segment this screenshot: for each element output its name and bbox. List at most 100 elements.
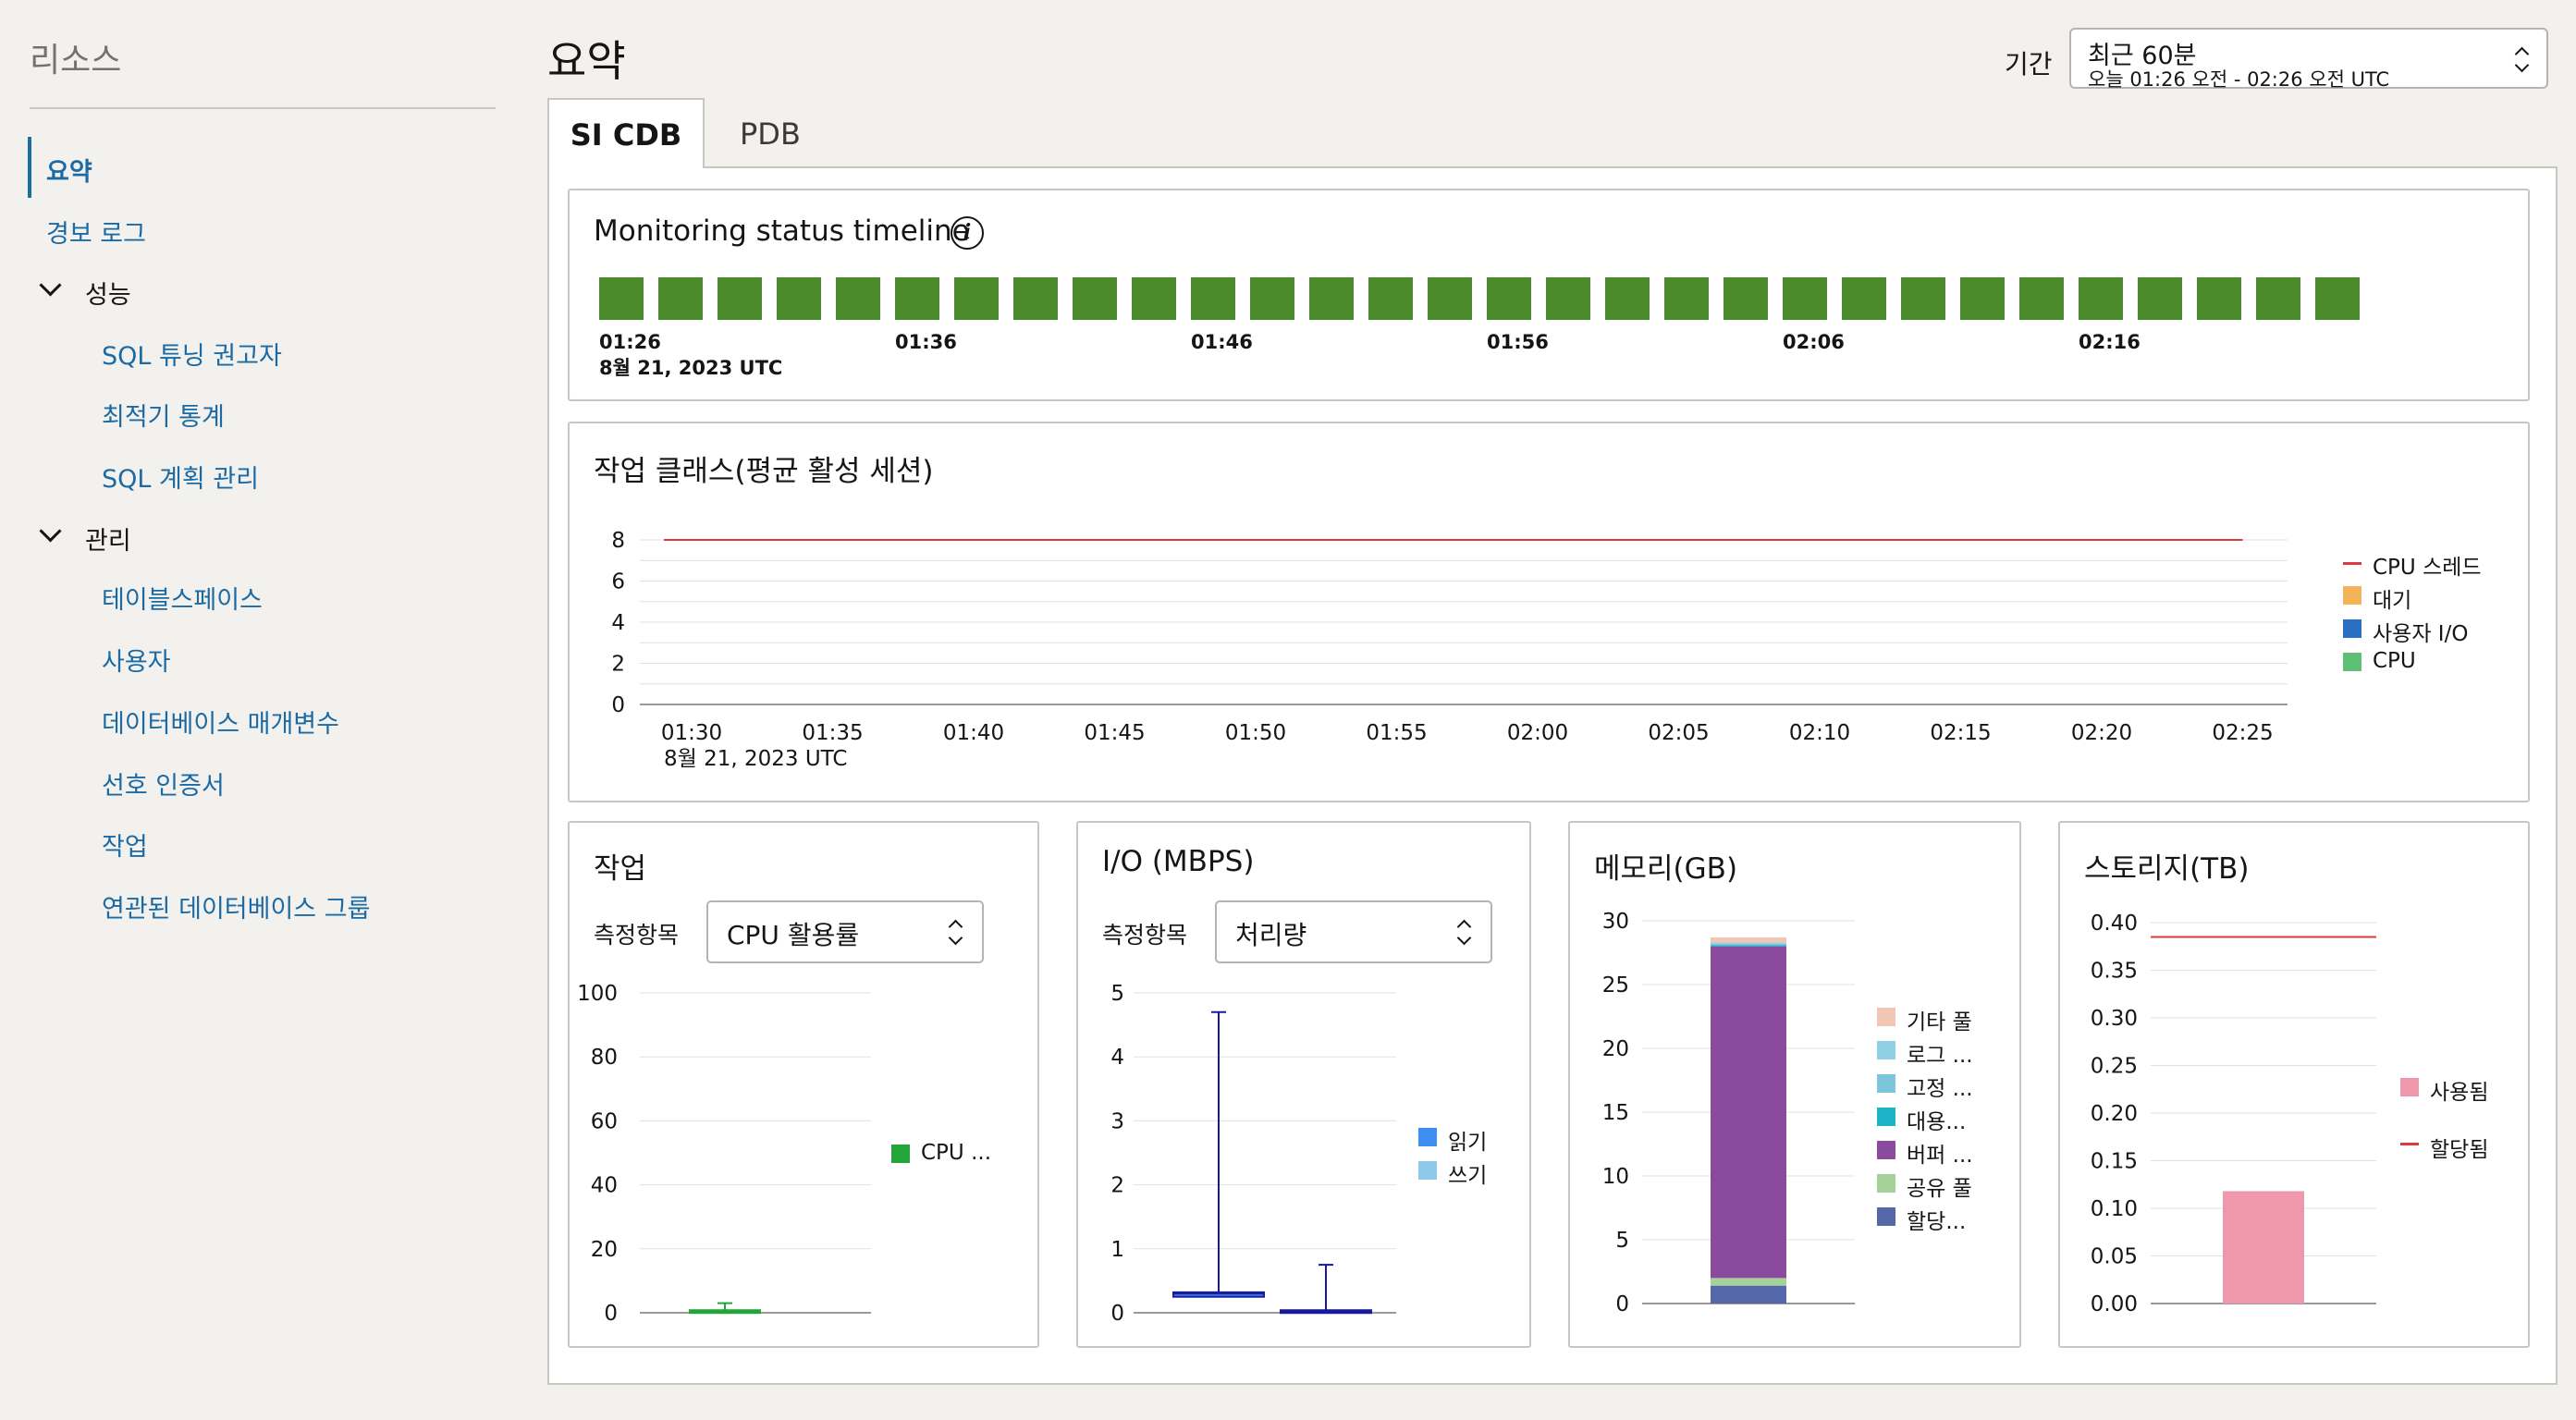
legend-swatch-used [2400, 1078, 2419, 1096]
status-square[interactable] [1723, 277, 1768, 320]
legend-memory-label: 고정 ... [1907, 1077, 1973, 1101]
timeline-date: 8월 21, 2023 UTC [599, 357, 783, 379]
status-square[interactable] [2079, 277, 2123, 320]
status-square[interactable] [1428, 277, 1472, 320]
status-square[interactable] [1901, 277, 1945, 320]
sidebar-divider [30, 107, 496, 109]
sidebar-item-db-parameters[interactable]: 데이터베이스 매개변수 [102, 704, 339, 740]
status-square[interactable] [895, 277, 939, 320]
legend-swatch-memory [1877, 1207, 1895, 1226]
status-square[interactable] [2315, 277, 2360, 320]
status-square[interactable] [1250, 277, 1294, 320]
sidebar-item-preferred-credentials[interactable]: 선호 인증서 [102, 765, 225, 802]
y-tick-label: 0 [604, 1302, 618, 1326]
y-tick-label: 0.05 [2091, 1245, 2138, 1269]
legend-memory-label: 기타 풀 [1907, 1010, 1972, 1034]
y-tick-label: 0.10 [2091, 1197, 2138, 1221]
sidebar-title: 리소스 [30, 42, 122, 80]
page-title: 요약 [547, 36, 626, 86]
y-tick-label: 1 [1110, 1238, 1124, 1262]
storage-card: 스토리지(TB) 0.00 0.05 0.10 0.15 0.20 0.25 0.30 0.3… [2058, 821, 2530, 1348]
status-square[interactable] [1960, 277, 2005, 320]
x-tick-label: 02:10 [1789, 721, 1850, 745]
cpu-util-chart: 0 20 40 60 80 100 [577, 982, 871, 1326]
status-square[interactable] [1487, 277, 1531, 320]
y-tick-label: 6 [611, 570, 625, 594]
status-square[interactable] [2019, 277, 2064, 320]
y-tick-label: 10 [1602, 1165, 1629, 1189]
y-tick-label: 4 [1110, 1046, 1124, 1070]
status-square[interactable] [836, 277, 880, 320]
status-square[interactable] [954, 277, 999, 320]
work-class-card: 작업 클래스(평균 활성 세션) 0 2 4 6 8 01:30 01:35 01:40 01:… [568, 422, 2530, 802]
y-tick-label: 2 [611, 653, 625, 677]
legend-memory-label: 로그 ... [1907, 1044, 1973, 1068]
legend-swatch-memory [1877, 1074, 1895, 1093]
monitoring-timeline-card: Monitoring status timeline i 01:26 01:36… [568, 189, 2530, 401]
stacked-bar-segment [1711, 943, 1786, 946]
y-tick-label: 30 [1602, 910, 1629, 934]
status-square[interactable] [1191, 277, 1235, 320]
sidebar-item-tablespaces[interactable]: 테이블스페이스 [102, 580, 263, 616]
status-square[interactable] [1309, 277, 1354, 320]
status-square[interactable] [2197, 277, 2241, 320]
legend-swatch-cpu-thread [2343, 562, 2361, 565]
tab-pdb[interactable]: PDB [740, 116, 801, 152]
legend-cpu-thread: CPU 스레드 [2373, 556, 2482, 580]
x-tick-label: 01:40 [943, 721, 1004, 745]
status-square[interactable] [1546, 277, 1590, 320]
sidebar-item-alert-log[interactable]: 경보 로그 [46, 214, 146, 250]
status-square[interactable] [2256, 277, 2300, 320]
legend-swatch-memory [1877, 1174, 1895, 1193]
y-tick-label: 100 [577, 982, 618, 1006]
legend-swatch-cpu-util [891, 1145, 910, 1163]
legend-write: 쓰기 [1448, 1164, 1488, 1188]
status-square[interactable] [1073, 277, 1117, 320]
period-range: 오늘 01:26 오전 - 02:26 오전 UTC [2088, 68, 2390, 91]
chevron-down-icon[interactable] [39, 520, 62, 543]
sidebar-item-sql-plan-management[interactable]: SQL 계획 관리 [102, 459, 259, 495]
sidebar-item-associated-db-groups[interactable]: 연관된 데이터베이스 그룹 [102, 888, 370, 924]
stacked-bar-segment [1711, 1278, 1786, 1286]
status-square[interactable] [777, 277, 821, 320]
x-tick-label: 02:05 [1648, 721, 1709, 745]
sidebar-group-administration[interactable]: 관리 [85, 520, 131, 557]
legend-cpu: CPU [2373, 649, 2416, 673]
sidebar-item-users[interactable]: 사용자 [102, 642, 171, 678]
x-tick-label: 02:15 [1930, 721, 1991, 745]
sidebar-item-summary[interactable]: 요약 [46, 152, 92, 188]
stacked-bar-segment [1711, 945, 1786, 947]
legend-wait: 대기 [2373, 589, 2412, 613]
status-square[interactable] [1605, 277, 1650, 320]
y-tick-label: 0.15 [2091, 1150, 2138, 1174]
y-tick-label: 40 [591, 1174, 618, 1198]
x-axis-date: 8월 21, 2023 UTC [664, 747, 847, 771]
status-square[interactable] [1013, 277, 1058, 320]
status-square[interactable] [1664, 277, 1709, 320]
legend-swatch-read [1418, 1128, 1437, 1146]
y-tick-label: 0.35 [2091, 960, 2138, 984]
period-select[interactable]: 최근 60분 오늘 01:26 오전 - 02:26 오전 UTC [2069, 28, 2548, 91]
sidebar-group-performance[interactable]: 성능 [85, 275, 131, 311]
io-card: I/O (MBPS) 측정항목 처리량 012345 읽기 쓰기 [1076, 821, 1531, 1348]
legend-swatch-write [1418, 1161, 1437, 1180]
status-square[interactable] [1842, 277, 1886, 320]
status-square[interactable] [1783, 277, 1827, 320]
sidebar-item-optimizer-stats[interactable]: 최적기 통계 [102, 397, 225, 433]
work-class-chart: 0 2 4 6 8 01:30 01:35 01:40 01:45 01:50 01:55 02:00… [611, 529, 2288, 771]
tab-si-cdb[interactable]: SI CDB [547, 98, 705, 168]
status-square[interactable] [599, 277, 644, 320]
timeline-tick: 02:16 [2079, 331, 2141, 353]
status-square[interactable] [2138, 277, 2182, 320]
x-tick-label: 01:30 [661, 721, 722, 745]
chevron-down-icon[interactable] [39, 274, 62, 297]
legend-memory-label: 버퍼 ... [1907, 1144, 1973, 1168]
sidebar-item-sql-tuning-advisor[interactable]: SQL 튜닝 권고자 [102, 336, 282, 372]
sidebar-item-jobs[interactable]: 작업 [102, 826, 148, 863]
y-tick-label: 60 [591, 1109, 618, 1133]
status-square[interactable] [1368, 277, 1413, 320]
status-square[interactable] [718, 277, 762, 320]
status-square[interactable] [1132, 277, 1176, 320]
status-square[interactable] [658, 277, 703, 320]
info-icon[interactable]: i [951, 216, 984, 250]
